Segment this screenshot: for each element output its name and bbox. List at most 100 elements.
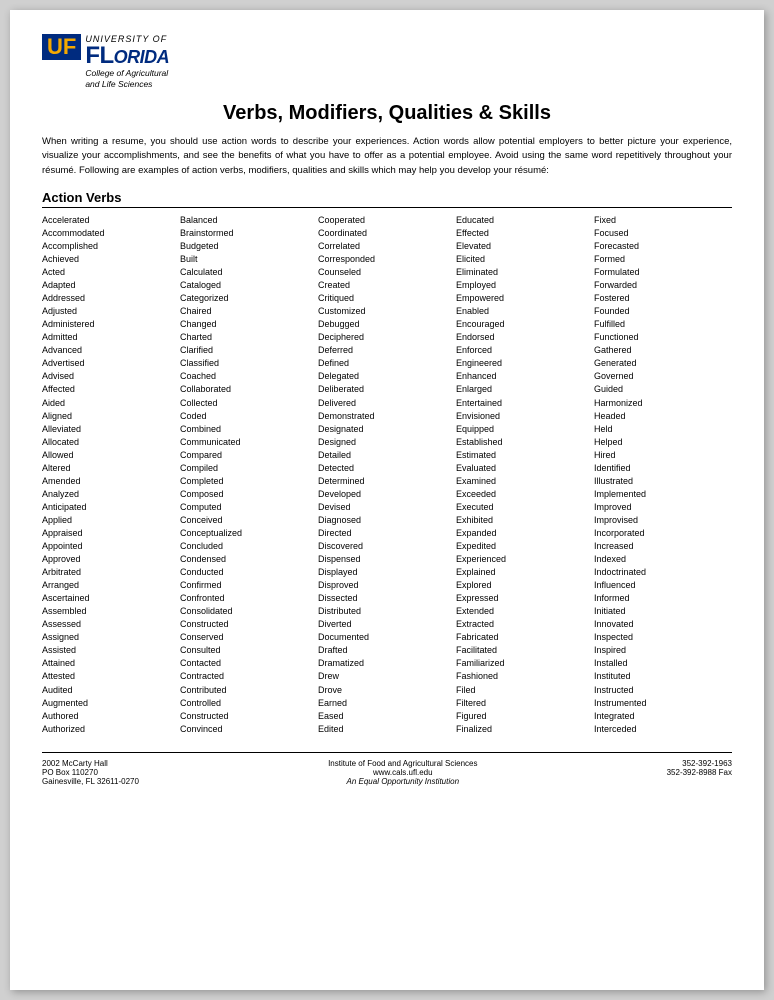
verb-word: Incorporated [594, 527, 728, 540]
verb-word: Estimated [456, 449, 590, 462]
verb-word: Accelerated [42, 214, 176, 227]
verb-word: Helped [594, 436, 728, 449]
verb-word: Enabled [456, 305, 590, 318]
verb-word: Affected [42, 383, 176, 396]
verb-word: Collected [180, 397, 314, 410]
verb-word: Accomplished [42, 240, 176, 253]
verb-word: Improvised [594, 514, 728, 527]
verb-word: Altered [42, 462, 176, 475]
verb-word: Held [594, 423, 728, 436]
verb-word: Fulfilled [594, 318, 728, 331]
header: UF University of FLORIDA College of Agri… [42, 34, 732, 90]
verb-word: Condensed [180, 553, 314, 566]
verb-word: Classified [180, 357, 314, 370]
verb-word: Deliberated [318, 383, 452, 396]
verbs-col-1: AcceleratedAccommodatedAccomplishedAchie… [42, 214, 180, 736]
verb-word: Evaluated [456, 462, 590, 475]
verb-word: Devised [318, 501, 452, 514]
verb-word: Expedited [456, 540, 590, 553]
verb-word: Confronted [180, 592, 314, 605]
verb-word: Elevated [456, 240, 590, 253]
verb-word: Debugged [318, 318, 452, 331]
verb-word: Arbitrated [42, 566, 176, 579]
verb-word: Explained [456, 566, 590, 579]
footer-left: 2002 McCarty Hall PO Box 110270 Gainesvi… [42, 759, 139, 786]
verb-word: Aligned [42, 410, 176, 423]
verb-word: Appraised [42, 527, 176, 540]
verb-word: Displayed [318, 566, 452, 579]
verb-word: Instructed [594, 684, 728, 697]
verb-word: Designed [318, 436, 452, 449]
verb-word: Identified [594, 462, 728, 475]
verb-word: Elicited [456, 253, 590, 266]
verb-word: Anticipated [42, 501, 176, 514]
verb-word: Hired [594, 449, 728, 462]
verb-word: Coordinated [318, 227, 452, 240]
verb-word: Dispensed [318, 553, 452, 566]
verb-word: Filtered [456, 697, 590, 710]
verb-word: Adapted [42, 279, 176, 292]
verb-word: Diagnosed [318, 514, 452, 527]
verb-word: Gathered [594, 344, 728, 357]
verb-word: Improved [594, 501, 728, 514]
intro-text: When writing a resume, you should use ac… [42, 135, 732, 178]
verb-word: Composed [180, 488, 314, 501]
verbs-grid: AcceleratedAccommodatedAccomplishedAchie… [42, 214, 732, 736]
verb-word: Governed [594, 370, 728, 383]
verb-word: Authorized [42, 723, 176, 736]
verb-word: Forecasted [594, 240, 728, 253]
verb-word: Illustrated [594, 475, 728, 488]
verb-word: Inspired [594, 644, 728, 657]
verb-word: Filed [456, 684, 590, 697]
verb-word: Directed [318, 527, 452, 540]
verb-word: Generated [594, 357, 728, 370]
verb-word: Fixed [594, 214, 728, 227]
verb-word: Collaborated [180, 383, 314, 396]
verb-word: Conceived [180, 514, 314, 527]
verb-word: Advanced [42, 344, 176, 357]
verb-word: Exceeded [456, 488, 590, 501]
verb-word: Educated [456, 214, 590, 227]
verb-word: Envisioned [456, 410, 590, 423]
verb-word: Budgeted [180, 240, 314, 253]
verb-word: Constructed [180, 618, 314, 631]
verb-word: Functioned [594, 331, 728, 344]
verb-word: Expressed [456, 592, 590, 605]
verb-word: Dramatized [318, 657, 452, 670]
verb-word: Compiled [180, 462, 314, 475]
verb-word: Headed [594, 410, 728, 423]
verb-word: Administered [42, 318, 176, 331]
college-label: College of Agricultural and Life Science… [85, 68, 169, 90]
verb-word: Examined [456, 475, 590, 488]
verb-word: Calculated [180, 266, 314, 279]
verb-word: Inspected [594, 631, 728, 644]
verb-word: Assembled [42, 605, 176, 618]
verb-word: Enforced [456, 344, 590, 357]
verb-word: Allocated [42, 436, 176, 449]
verb-word: Developed [318, 488, 452, 501]
verb-word: Corresponded [318, 253, 452, 266]
verb-word: Executed [456, 501, 590, 514]
verb-word: Controlled [180, 697, 314, 710]
verb-word: Discovered [318, 540, 452, 553]
verbs-col-5: FixedFocusedForecastedFormedFormulatedFo… [594, 214, 732, 736]
verb-word: Innovated [594, 618, 728, 631]
verb-word: Earned [318, 697, 452, 710]
verb-word: Advertised [42, 357, 176, 370]
verb-word: Contracted [180, 670, 314, 683]
verb-word: Concluded [180, 540, 314, 553]
page: UF University of FLORIDA College of Agri… [10, 10, 764, 990]
verb-word: Figured [456, 710, 590, 723]
verb-word: Conceptualized [180, 527, 314, 540]
verb-word: Compared [180, 449, 314, 462]
verb-word: Experienced [456, 553, 590, 566]
verb-word: Ascertained [42, 592, 176, 605]
verb-word: Guided [594, 383, 728, 396]
verb-word: Installed [594, 657, 728, 670]
verb-word: Facilitated [456, 644, 590, 657]
verb-word: Assessed [42, 618, 176, 631]
verb-word: Integrated [594, 710, 728, 723]
verb-word: Designated [318, 423, 452, 436]
verb-word: Extended [456, 605, 590, 618]
verbs-col-4: EducatedEffectedElevatedElicitedEliminat… [456, 214, 594, 736]
